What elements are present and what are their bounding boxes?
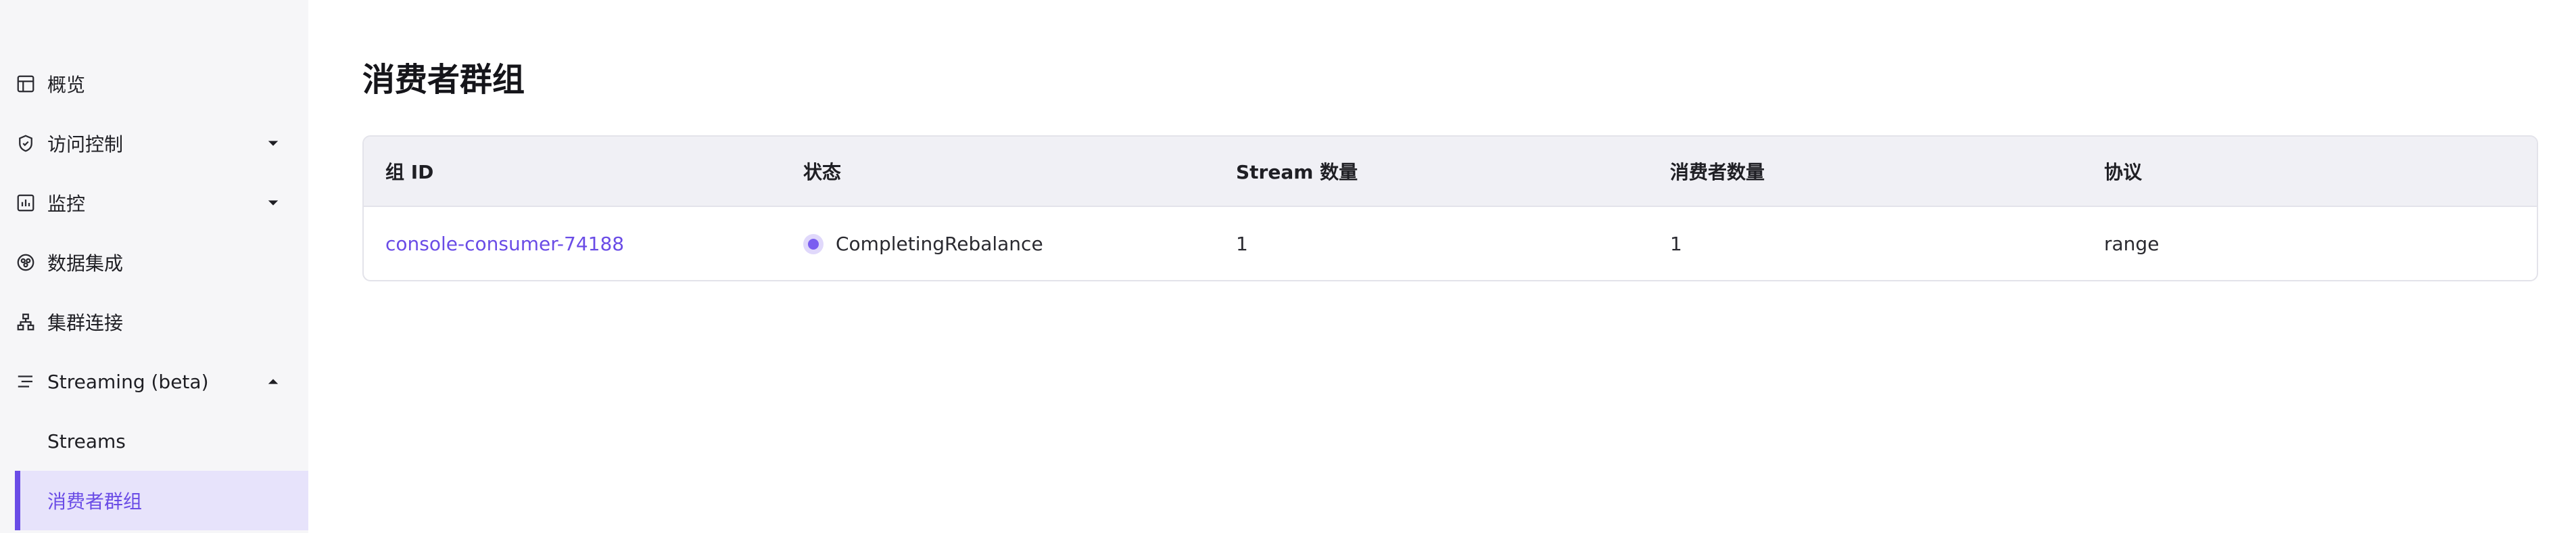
integration-icon	[15, 252, 37, 273]
sidebar-item-label: 集群连接	[47, 312, 124, 334]
sidebar-item-label: 数据集成	[47, 252, 124, 275]
protocol-cell: range	[2104, 232, 2160, 255]
column-header-stream-count: Stream 数量	[1236, 161, 1358, 183]
sidebar-item-monitor[interactable]: 监控	[0, 173, 308, 233]
column-header-group-id: 组 ID	[385, 161, 434, 183]
sidebar-item-label: 消费者群组	[47, 490, 143, 513]
monitor-icon	[15, 192, 37, 214]
sidebar-item-label: 概览	[47, 74, 86, 96]
main-content: 消费者群组 组 ID 状态 Stream 数量 消费者数量 协议 console…	[308, 0, 2576, 533]
stream-icon	[15, 371, 37, 392]
dashboard-icon	[15, 73, 37, 95]
status-text: CompletingRebalance	[836, 233, 1043, 256]
column-header-protocol: 协议	[2104, 161, 2143, 183]
table-header: 组 ID 状态 Stream 数量 消费者数量 协议	[364, 137, 2537, 207]
column-header-status: 状态	[803, 161, 842, 183]
caret-up-icon[interactable]	[265, 373, 281, 390]
caret-down-icon[interactable]	[265, 195, 281, 211]
caret-down-icon[interactable]	[265, 135, 281, 152]
cluster-icon	[15, 311, 37, 333]
sidebar-item-access-control[interactable]: 访问控制	[0, 114, 308, 173]
status-dot-icon	[803, 233, 824, 254]
consumer-groups-table: 组 ID 状态 Stream 数量 消费者数量 协议 console-consu…	[362, 135, 2538, 281]
page-title: 消费者群组	[362, 61, 525, 99]
sidebar: 概览 访问控制 监控 数据集成 集群连接 Streaming (beta) St…	[0, 0, 308, 533]
sidebar-item-consumer-groups[interactable]: 消费者群组	[15, 471, 308, 530]
column-header-consumer-count: 消费者数量	[1670, 161, 1765, 183]
sidebar-item-label: 访问控制	[47, 133, 124, 156]
app-root: 概览 访问控制 监控 数据集成 集群连接 Streaming (beta) St…	[0, 0, 2576, 533]
sidebar-item-overview[interactable]: 概览	[0, 54, 308, 114]
consumer-count-cell: 1	[1670, 232, 1682, 255]
sidebar-item-label: Streaming (beta)	[47, 370, 209, 393]
sidebar-item-label: Streams	[47, 430, 126, 453]
sidebar-item-data-integration[interactable]: 数据集成	[0, 233, 308, 292]
sidebar-item-streams[interactable]: Streams	[0, 411, 308, 471]
status-badge: CompletingRebalance	[803, 233, 1043, 255]
group-id-link[interactable]: console-consumer-74188	[385, 233, 624, 255]
sidebar-item-streaming[interactable]: Streaming (beta)	[0, 352, 308, 411]
sidebar-item-cluster-connect[interactable]: 集群连接	[0, 292, 308, 352]
table-row: console-consumer-74188 CompletingRebalan…	[364, 207, 2537, 280]
shield-icon	[15, 133, 37, 154]
stream-count-cell: 1	[1236, 232, 1248, 255]
sidebar-item-label: 监控	[47, 193, 86, 215]
